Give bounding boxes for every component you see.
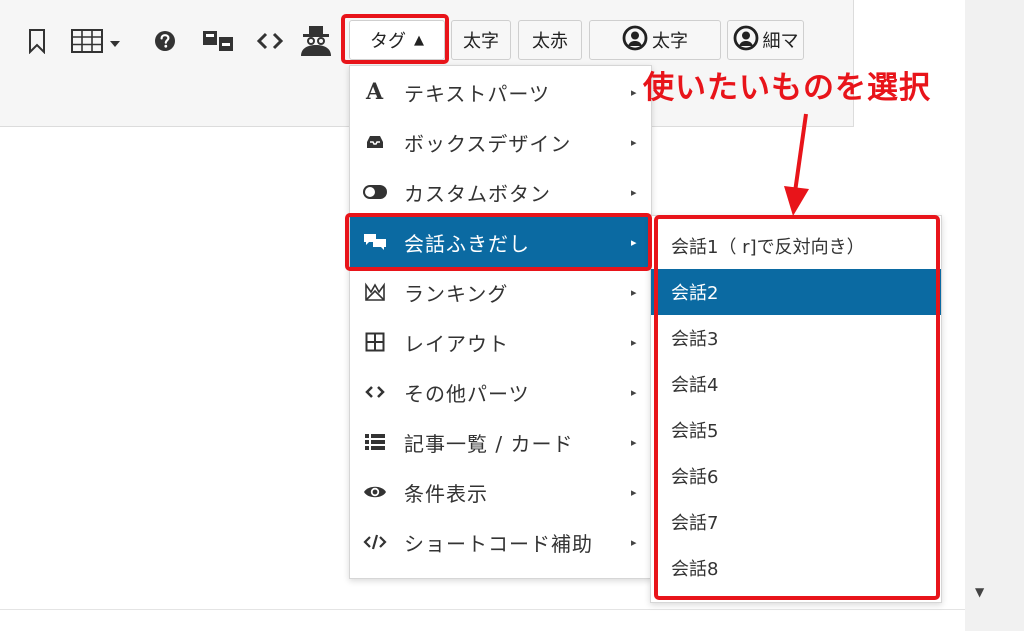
submenu-item[interactable]: 会話3 [651,315,941,361]
menu-item-ranking[interactable]: ランキング ▸ [350,267,651,317]
tag-dropdown-menu: A テキストパーツ ▸ ボックスデザイン ▸ カスタムボタン ▸ 会話ふきだし … [349,65,652,579]
spy-icon[interactable] [296,25,336,57]
chevron-right-icon: ▸ [631,485,638,499]
divider [0,609,965,610]
chevron-right-icon: ▸ [631,435,638,449]
submenu-item[interactable]: 会話1（ r]で反対向き） [651,223,941,269]
menu-item-label: テキストパーツ [404,81,550,106]
speech-bubble-submenu: 会話1（ r]で反対向き） 会話2 会話3 会話4 会話5 会話6 会話7 会話… [650,215,942,603]
annotation-text: 使いたいものを選択 [643,70,931,106]
chevron-right-icon: ▸ [631,535,638,549]
menu-item-label: ボックスデザイン [404,131,572,156]
menu-item-label: ショートコード補助 [404,531,593,556]
question-icon[interactable] [152,25,178,57]
bold-red-button-label: 太赤 [532,31,568,52]
menu-item-other-parts[interactable]: その他パーツ ▸ [350,367,651,417]
inbox-icon [362,134,388,150]
menu-item-label: ランキング [404,281,509,306]
menu-item-label: 記事一覧 / カード [404,431,574,456]
caret-up-icon: ▲ [414,32,424,48]
toggle-icon [362,184,388,200]
menu-item-label: カスタムボタン [404,181,551,206]
tag-button-label: タグ [370,31,406,52]
submenu-item[interactable]: 会話7 [651,499,941,545]
menu-item-label: その他パーツ [404,381,530,406]
menu-item-custom-button[interactable]: カスタムボタン ▸ [350,167,651,217]
menu-item-label: 条件表示 [404,481,488,506]
menu-item-box-design[interactable]: ボックスデザイン ▸ [350,117,651,167]
letter-a-icon: A [365,79,385,105]
crown-icon [362,282,388,302]
code-icon[interactable] [254,25,286,57]
code-icon [362,385,388,399]
user-circle-icon [733,25,759,56]
menu-item-label: レイアウト [404,331,509,356]
table-icon[interactable] [70,25,128,57]
submenu-item[interactable]: 会話5 [651,407,941,453]
transfer-icon[interactable] [200,25,236,57]
menu-item-conditional-display[interactable]: 条件表示 ▸ [350,467,651,517]
scroll-down-icon[interactable]: ▼ [975,585,984,599]
menu-item-article-list[interactable]: 記事一覧 / カード ▸ [350,417,651,467]
menu-item-layout[interactable]: レイアウト ▸ [350,317,651,367]
menu-item-speech-bubble[interactable]: 会話ふきだし ▸ [350,217,651,267]
chevron-right-icon: ▸ [631,185,638,199]
eye-icon [362,484,388,500]
submenu-item[interactable]: 会話4 [651,361,941,407]
submenu-item[interactable]: 会話8 [651,545,941,591]
avatar-thin-button-label: 細マ [762,31,799,52]
list-icon [362,433,388,451]
chevron-right-icon: ▸ [631,385,638,399]
submenu-item[interactable]: 会話6 [651,453,941,499]
avatar-bold-button-label: 太字 [652,31,688,52]
menu-item-shortcode-helper[interactable]: ショートコード補助 ▸ [350,517,651,567]
chevron-right-icon: ▸ [631,235,638,249]
chevron-right-icon: ▸ [631,335,638,349]
right-scroll-pane [965,0,1024,631]
annotation-arrow-icon [784,113,809,216]
code-slash-icon [362,534,388,550]
bold-button-label: 太字 [463,31,499,52]
comments-icon [362,232,388,252]
bold-button[interactable]: 太字 [451,20,511,60]
bookmark-icon[interactable] [26,25,48,57]
chevron-right-icon: ▸ [631,135,638,149]
submenu-item[interactable]: 会話2 [651,269,941,315]
chevron-right-icon: ▸ [631,285,638,299]
menu-item-text-parts[interactable]: A テキストパーツ ▸ [350,67,651,117]
user-circle-icon [622,25,648,56]
bold-red-button[interactable]: 太赤 [518,20,582,60]
avatar-thin-button[interactable]: 細マ [727,20,804,60]
menu-item-label: 会話ふきだし [404,231,530,256]
avatar-bold-button[interactable]: 太字 [589,20,721,60]
grid-icon [362,332,388,352]
tag-dropdown-button[interactable]: タグ ▲ [349,20,445,60]
